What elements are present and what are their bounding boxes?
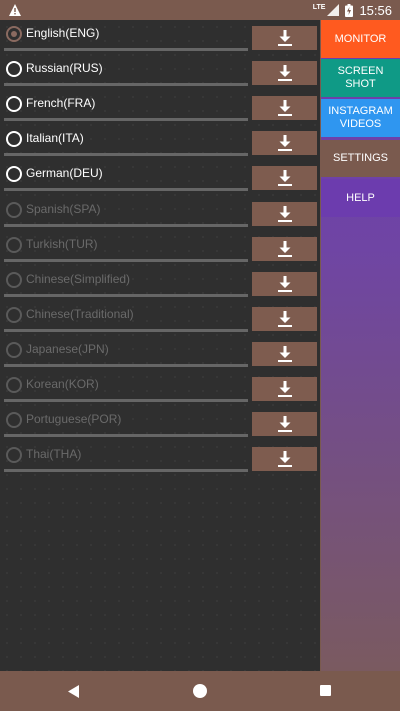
download-icon bbox=[277, 65, 292, 82]
language-row: Portuguese(POR) bbox=[0, 407, 320, 442]
download-button[interactable] bbox=[252, 341, 317, 366]
row-divider bbox=[4, 48, 248, 51]
network-type: LTE bbox=[312, 3, 326, 11]
language-row: Russian(RUS) bbox=[0, 56, 320, 91]
download-button[interactable] bbox=[252, 412, 317, 437]
language-label: French(FRA) bbox=[26, 96, 96, 111]
language-row: English(ENG) bbox=[0, 21, 320, 56]
menu-instagram-videos[interactable]: INSTAGRAM VIDEOS bbox=[321, 99, 400, 137]
clock: 15:56 bbox=[359, 2, 392, 18]
language-label: Chinese(Traditional) bbox=[26, 306, 134, 321]
download-button[interactable] bbox=[252, 61, 317, 86]
download-icon bbox=[277, 381, 292, 397]
language-list: English(ENG) Russian(RUS) French(FRA) Itali… bbox=[0, 20, 320, 671]
back-icon[interactable] bbox=[68, 685, 80, 698]
row-divider bbox=[4, 328, 248, 332]
battery-charging-icon bbox=[345, 3, 354, 17]
row-divider bbox=[4, 223, 248, 227]
menu-monitor[interactable]: MONITOR bbox=[321, 20, 400, 58]
status-bar: LTE 15:56 bbox=[0, 0, 400, 20]
download-button[interactable] bbox=[252, 377, 317, 401]
home-icon[interactable] bbox=[193, 684, 207, 698]
download-icon bbox=[277, 240, 292, 257]
language-radio bbox=[6, 236, 22, 253]
download-button[interactable] bbox=[252, 166, 317, 191]
row-divider bbox=[4, 434, 248, 438]
menu-help[interactable]: HELP bbox=[321, 179, 400, 217]
row-divider bbox=[4, 188, 248, 192]
navigation-bar bbox=[0, 671, 400, 711]
language-row: Thai(THA) bbox=[0, 442, 320, 477]
row-divider bbox=[4, 293, 248, 297]
row-divider bbox=[4, 399, 248, 402]
language-radio bbox=[6, 412, 22, 429]
download-button[interactable] bbox=[252, 306, 317, 331]
download-icon bbox=[277, 451, 292, 468]
download-icon bbox=[277, 275, 292, 292]
language-label: Korean(KOR) bbox=[26, 377, 99, 391]
language-radio[interactable] bbox=[6, 96, 22, 113]
language-radio bbox=[6, 341, 22, 358]
row-divider bbox=[4, 153, 248, 157]
menu-settings[interactable]: SETTINGS bbox=[321, 140, 400, 177]
signal-icon bbox=[327, 4, 340, 16]
language-label: English(ENG) bbox=[26, 26, 100, 40]
download-button[interactable] bbox=[252, 131, 317, 156]
download-icon bbox=[277, 135, 292, 152]
language-row: Chinese(Traditional) bbox=[0, 302, 320, 337]
download-button[interactable] bbox=[252, 201, 317, 226]
row-divider bbox=[4, 258, 248, 262]
download-icon bbox=[277, 416, 292, 433]
download-button[interactable] bbox=[252, 271, 317, 296]
language-label: Chinese(Simplified) bbox=[26, 271, 131, 286]
download-icon bbox=[277, 170, 292, 187]
row-divider bbox=[4, 118, 248, 122]
language-radio[interactable] bbox=[6, 26, 22, 42]
menu-screenshot[interactable]: SCREEN SHOT bbox=[321, 59, 400, 97]
language-radio[interactable] bbox=[6, 131, 22, 148]
language-row: Spanish(SPA) bbox=[0, 197, 320, 232]
download-icon bbox=[277, 205, 292, 222]
language-row: Chinese(Simplified) bbox=[0, 267, 320, 302]
language-radio bbox=[6, 377, 22, 393]
language-radio bbox=[6, 271, 22, 288]
language-radio bbox=[6, 201, 22, 218]
language-label: Turkish(TUR) bbox=[26, 236, 98, 251]
language-label: Thai(THA) bbox=[26, 447, 82, 462]
language-label: Japanese(JPN) bbox=[26, 341, 109, 356]
language-label: Spanish(SPA) bbox=[26, 201, 101, 216]
download-icon bbox=[277, 30, 292, 46]
warning-icon bbox=[9, 4, 21, 16]
language-label: Portuguese(POR) bbox=[26, 412, 122, 427]
language-row: Japanese(JPN) bbox=[0, 337, 320, 372]
download-icon bbox=[277, 310, 292, 327]
language-radio bbox=[6, 306, 22, 323]
language-radio bbox=[6, 447, 22, 464]
language-row: German(DEU) bbox=[0, 161, 320, 196]
row-divider bbox=[4, 83, 248, 87]
language-row: Italian(ITA) bbox=[0, 126, 320, 161]
download-button[interactable] bbox=[252, 96, 317, 121]
download-button[interactable] bbox=[252, 236, 317, 261]
side-menu: MONITOR SCREEN SHOT INSTAGRAM VIDEOS SET… bbox=[321, 20, 400, 671]
language-label: Russian(RUS) bbox=[26, 61, 103, 76]
recents-icon[interactable] bbox=[320, 685, 331, 696]
row-divider bbox=[4, 469, 248, 473]
download-icon bbox=[277, 345, 292, 362]
language-label: German(DEU) bbox=[26, 166, 103, 181]
row-divider bbox=[4, 363, 248, 367]
language-label: Italian(ITA) bbox=[26, 131, 84, 146]
download-button[interactable] bbox=[252, 26, 317, 50]
language-row: French(FRA) bbox=[0, 91, 320, 126]
language-radio[interactable] bbox=[6, 61, 22, 78]
download-icon bbox=[277, 100, 292, 117]
language-row: Korean(KOR) bbox=[0, 372, 320, 407]
language-row: Turkish(TUR) bbox=[0, 232, 320, 267]
download-button[interactable] bbox=[252, 447, 317, 472]
language-radio[interactable] bbox=[6, 166, 22, 183]
